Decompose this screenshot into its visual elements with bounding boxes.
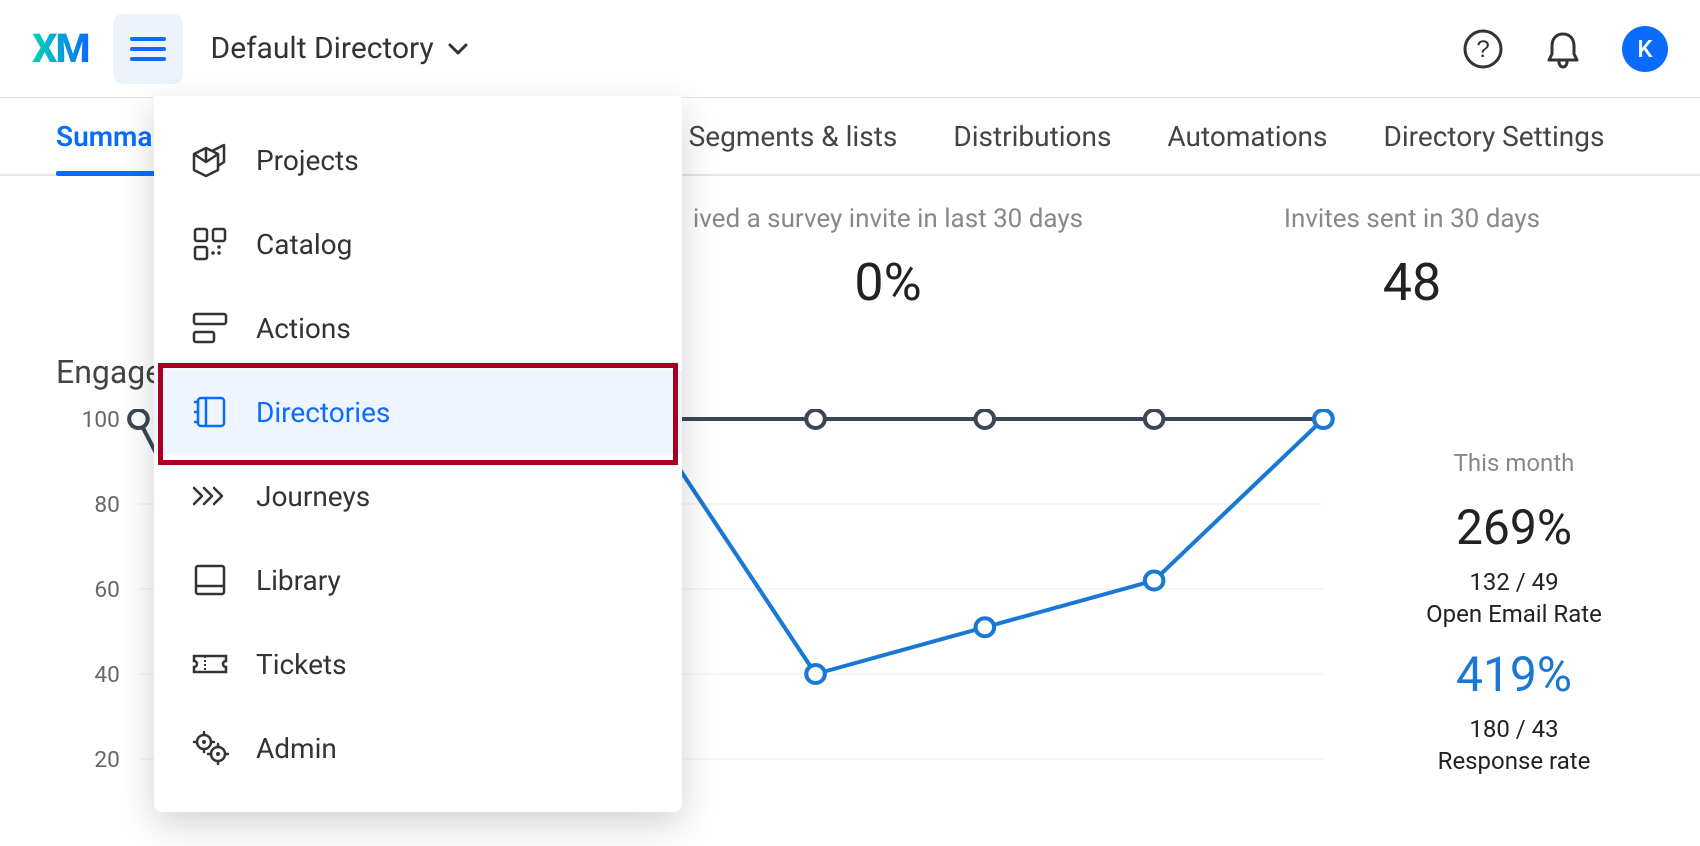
library-icon	[190, 560, 230, 600]
help-icon: ?	[1462, 28, 1504, 70]
response-rate-ratio: 180 / 43	[1384, 715, 1644, 743]
actions-icon	[190, 308, 230, 348]
nav-item-label: Projects	[256, 144, 359, 177]
nav-item-catalog[interactable]: Catalog	[154, 202, 682, 286]
nav-item-library[interactable]: Library	[154, 538, 682, 622]
nav-item-actions[interactable]: Actions	[154, 286, 682, 370]
nav-item-tickets[interactable]: Tickets	[154, 622, 682, 706]
projects-icon	[190, 140, 230, 180]
svg-text:40: 40	[94, 662, 119, 688]
tab-automations[interactable]: Automations	[1167, 98, 1327, 174]
svg-text:20: 20	[94, 747, 119, 769]
bell-icon	[1542, 28, 1584, 70]
nav-item-label: Directories	[256, 396, 390, 429]
header-right: ? K	[1462, 26, 1668, 72]
response-rate-label: Response rate	[1384, 747, 1644, 775]
nav-item-label: Actions	[256, 312, 351, 345]
tab-distributions[interactable]: Distributions	[953, 98, 1111, 174]
journeys-icon	[190, 476, 230, 516]
directory-label: Default Directory	[211, 31, 434, 66]
chevron-down-icon	[448, 42, 468, 56]
app-header: XM Default Directory ? K	[0, 0, 1700, 98]
notifications-button[interactable]	[1542, 28, 1584, 70]
side-metrics: This month 269% 132 / 49 Open Email Rate…	[1384, 409, 1644, 793]
catalog-icon	[190, 224, 230, 264]
nav-item-label: Tickets	[256, 648, 347, 681]
nav-item-label: Catalog	[256, 228, 352, 261]
svg-text:60: 60	[94, 577, 119, 603]
stat-invites-sent: Invites sent in 30 days 48	[1180, 204, 1644, 313]
directory-dropdown[interactable]: Default Directory	[211, 31, 468, 66]
nav-menu: Projects Catalog Actions Directories Jou…	[154, 96, 682, 812]
tab-segments[interactable]: Segments & lists	[689, 98, 898, 174]
nav-item-label: Library	[256, 564, 341, 597]
directories-icon	[190, 392, 230, 432]
nav-item-journeys[interactable]: Journeys	[154, 454, 682, 538]
nav-item-admin[interactable]: Admin	[154, 706, 682, 790]
open-rate-ratio: 132 / 49	[1384, 568, 1644, 596]
stat-label: ived a survey invite in last 30 days	[656, 204, 1120, 234]
nav-item-label: Admin	[256, 732, 337, 765]
admin-icon	[190, 728, 230, 768]
tickets-icon	[190, 644, 230, 684]
stat-value: 0%	[656, 252, 1120, 313]
tab-directory-settings[interactable]: Directory Settings	[1383, 98, 1604, 174]
response-rate-pct: 419%	[1384, 646, 1644, 703]
open-rate-label: Open Email Rate	[1384, 600, 1644, 628]
hamburger-icon	[130, 35, 166, 63]
stat-value: 48	[1180, 252, 1644, 313]
main-menu-button[interactable]	[113, 14, 183, 84]
stat-survey-invite: ived a survey invite in last 30 days 0%	[656, 204, 1120, 313]
help-button[interactable]: ?	[1462, 28, 1504, 70]
app-logo: XM	[32, 25, 89, 72]
avatar[interactable]: K	[1622, 26, 1668, 72]
stats-row: ived a survey invite in last 30 days 0% …	[656, 204, 1644, 313]
open-rate-pct: 269%	[1384, 499, 1644, 556]
period-label: This month	[1384, 449, 1644, 477]
nav-item-projects[interactable]: Projects	[154, 118, 682, 202]
svg-text:80: 80	[94, 492, 119, 518]
nav-item-directories[interactable]: Directories	[154, 370, 682, 454]
stat-label: Invites sent in 30 days	[1180, 204, 1644, 234]
svg-text:100: 100	[82, 409, 120, 433]
svg-text:?: ?	[1476, 36, 1489, 63]
nav-item-label: Journeys	[256, 480, 370, 513]
